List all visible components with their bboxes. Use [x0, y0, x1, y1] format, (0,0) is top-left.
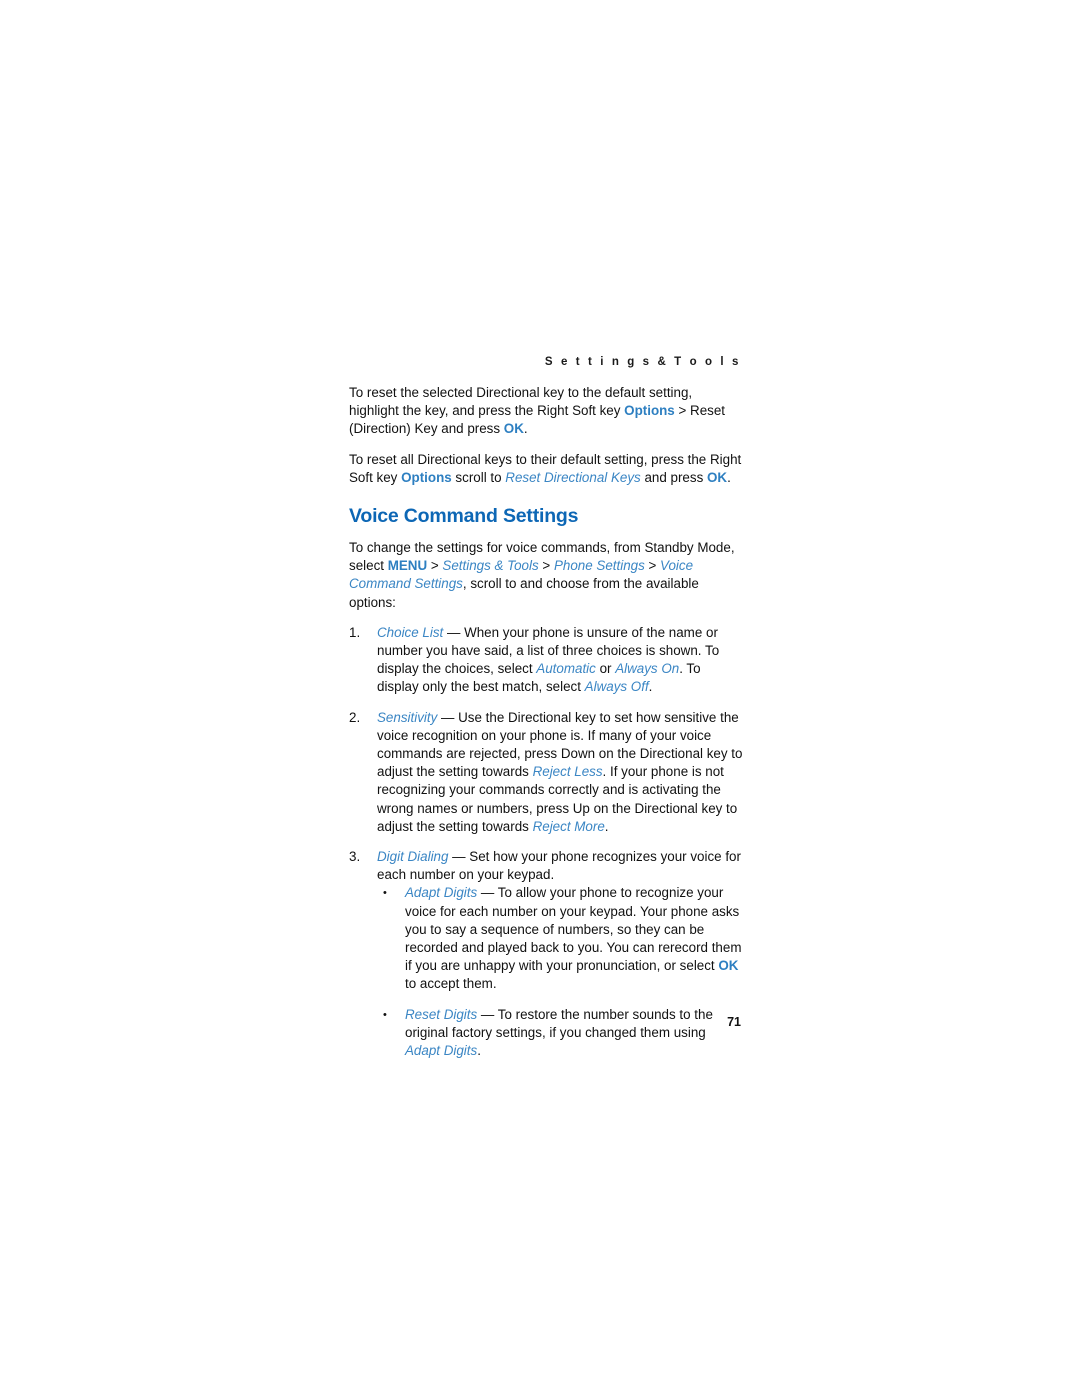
para1-seg3: .: [523, 421, 528, 437]
item2-seg3: .: [604, 818, 609, 834]
keyword-automatic: Automatic: [536, 661, 596, 677]
para3-seg2: >: [427, 558, 443, 574]
para2-seg3: and press: [640, 469, 707, 485]
keyword-ok: OK: [503, 421, 524, 437]
keyword-choice-list: Choice List: [377, 624, 444, 640]
keyword-always-off: Always Off: [584, 679, 649, 695]
keyword-adapt-digits: Adapt Digits: [405, 1043, 478, 1059]
list-item: 1. Choice List — When your phone is unsur…: [349, 624, 744, 697]
bullet1-seg2: to accept them.: [405, 976, 497, 992]
keyword-options: Options: [401, 469, 452, 485]
keyword-reject-more: Reject More: [532, 818, 605, 834]
keyword-menu: MENU: [387, 558, 428, 574]
page-content: To reset the selected Directional key to…: [349, 384, 744, 1072]
paragraph-reset-all-keys: To reset all Directional keys to their d…: [349, 451, 744, 487]
bullet2-seg2: .: [477, 1043, 481, 1059]
list-marker: 1.: [349, 624, 361, 640]
keyword-adapt-digits: Adapt Digits: [405, 885, 478, 901]
running-header: S e t t i n g s & T o o l s: [544, 356, 741, 368]
bullet-glyph-icon: •: [383, 887, 387, 900]
keyword-ok: OK: [706, 469, 728, 485]
list-item: • Adapt Digits — To allow your phone to r…: [377, 884, 744, 993]
list-item: • Reset Digits — To restore the number so…: [377, 1006, 744, 1061]
keyword-ok: OK: [718, 958, 739, 974]
section-heading: Voice Command Settings: [349, 505, 579, 528]
keyword-phone-settings: Phone Settings: [553, 558, 645, 574]
keyword-options: Options: [624, 403, 675, 419]
digit-dialing-sublist: • Adapt Digits — To allow your phone to r…: [377, 884, 744, 1060]
list-marker: 3.: [349, 849, 361, 865]
paragraph-reset-selected-key: To reset the selected Directional key to…: [349, 384, 744, 439]
para3-seg4: >: [644, 558, 661, 574]
keyword-reset-directional-keys: Reset Directional Keys: [505, 469, 641, 485]
keyword-always-on: Always On: [615, 661, 680, 677]
para2-seg4: .: [727, 469, 731, 485]
para3-seg3: >: [538, 558, 554, 574]
options-list: 1. Choice List — When your phone is unsur…: [349, 624, 744, 1060]
manual-page: S e t t i n g s & T o o l s To reset the…: [0, 0, 1080, 1397]
item1-seg4: .: [648, 679, 653, 695]
paragraph-voice-command-intro: To change the settings for voice command…: [349, 539, 744, 612]
list-item: 2. Sensitivity — Use the Directional key …: [349, 709, 744, 836]
page-number: 71: [727, 1015, 741, 1029]
list-marker: 2.: [349, 709, 361, 725]
item1-seg2: or: [595, 661, 616, 677]
keyword-reject-less: Reject Less: [532, 764, 603, 780]
para2-seg2: scroll to: [451, 469, 506, 485]
keyword-settings-and-tools: Settings & Tools: [442, 558, 539, 574]
keyword-digit-dialing: Digit Dialing: [377, 849, 449, 865]
keyword-sensitivity: Sensitivity: [377, 709, 438, 725]
